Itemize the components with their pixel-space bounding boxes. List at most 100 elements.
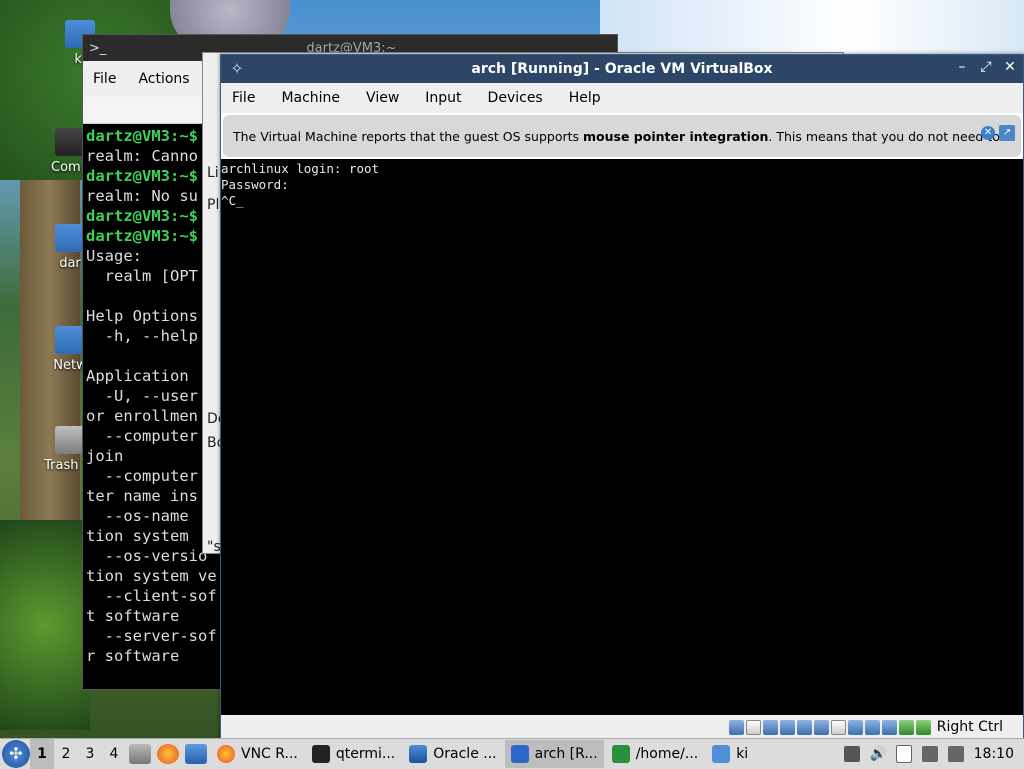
notice-text: The Virtual Machine reports that the gue…	[223, 129, 1000, 144]
menu-file[interactable]: File	[93, 71, 116, 87]
folder-icon	[712, 745, 731, 763]
window-controls: – ⤢ ✕	[955, 59, 1017, 75]
recording-icon[interactable]	[864, 719, 880, 735]
terminal-text: join	[86, 447, 124, 465]
text-fragment: "s	[207, 539, 221, 555]
clipboard-icon[interactable]	[895, 745, 912, 763]
clock: 18:10	[973, 746, 1014, 762]
console-line: archlinux login: root	[221, 161, 380, 176]
terminal-text: tion system ve	[86, 567, 217, 585]
terminal-text: -h, --help	[86, 327, 198, 345]
task-label: arch [R...	[534, 746, 598, 762]
menu-devices[interactable]: Devices	[488, 90, 543, 106]
task-vnc[interactable]: VNC R...	[211, 740, 304, 768]
task-oracle[interactable]: Oracle ...	[403, 740, 502, 768]
terminal-text: Usage:	[86, 247, 142, 265]
network-tray-icon[interactable]	[921, 746, 938, 762]
shared-folders-icon[interactable]	[813, 719, 829, 735]
video-capture-icon[interactable]	[847, 719, 863, 735]
task-label: ki	[736, 746, 749, 762]
menu-input[interactable]: Input	[425, 90, 461, 106]
vm-console[interactable]: archlinux login: root Password: ^C_	[221, 159, 1023, 715]
notice-close-icon[interactable]: ✕	[981, 126, 995, 140]
text-fragment: Pl	[207, 197, 220, 213]
terminal-text: realm [OPT	[86, 267, 198, 285]
network-icon	[55, 326, 85, 354]
maximize-icon[interactable]: ⤢	[979, 59, 993, 75]
terminal-icon	[311, 745, 330, 763]
task-home[interactable]: /home/...	[606, 740, 704, 768]
text-fragment: Li	[207, 165, 219, 181]
virtualbox-titlebar[interactable]: ✧ arch [Running] - Oracle VM VirtualBox …	[221, 55, 1023, 83]
terminal-text: realm: Canno	[86, 147, 198, 165]
virtualbox-statusbar: Right Ctrl	[221, 715, 1023, 739]
terminal-prompt: dartz@VM3:~$	[86, 167, 198, 185]
usb-icon[interactable]	[796, 719, 812, 735]
close-icon[interactable]: ✕	[1003, 59, 1017, 75]
workspace-2[interactable]: 2	[54, 746, 78, 762]
volume-icon[interactable]: 🔊	[870, 746, 887, 762]
notice-text-pre: The Virtual Machine reports that the gue…	[233, 128, 584, 144]
menu-machine[interactable]: Machine	[281, 90, 340, 106]
taskbar: ✣ 1 2 3 4 VNC R... qtermi... Oracle ... …	[0, 738, 1024, 769]
terminal-text: Help Options	[86, 307, 198, 325]
terminal-icon: >_	[89, 40, 107, 56]
task-qterminal[interactable]: qtermi...	[306, 740, 401, 768]
firefox-icon[interactable]	[157, 744, 179, 764]
menu-actions[interactable]: Actions	[138, 71, 189, 87]
terminal-text: --client-sof	[86, 587, 217, 605]
terminal-text: tion system	[86, 527, 189, 545]
folder-icon	[611, 745, 630, 763]
arch-icon	[510, 745, 529, 763]
terminal-text: --os-name	[86, 507, 189, 525]
keyboard-capture-icon[interactable]	[915, 719, 931, 735]
mouse-integration-status-icon[interactable]	[898, 719, 914, 735]
terminal-text: --server-sof	[86, 627, 217, 645]
bluetooth-icon[interactable]	[947, 746, 964, 762]
task-label: qtermi...	[335, 746, 396, 762]
terminal-text: --computer	[86, 467, 198, 485]
computer-icon	[55, 128, 85, 156]
trash-icon	[55, 426, 85, 454]
task-arch[interactable]: arch [R...	[504, 740, 604, 768]
audio-icon[interactable]	[762, 719, 778, 735]
console-line: Password:	[221, 177, 289, 192]
system-tray: 🔊 18:10	[843, 745, 1024, 763]
wallpaper-foliage-bottom	[0, 520, 90, 730]
console-line: ^C_	[221, 193, 244, 208]
minimize-icon[interactable]: –	[955, 59, 969, 75]
virtualbox-window[interactable]: ✧ arch [Running] - Oracle VM VirtualBox …	[220, 54, 1024, 740]
terminal-text: -U, --user	[86, 387, 198, 405]
menu-help[interactable]: Help	[569, 90, 601, 106]
task-ki[interactable]: ki	[706, 740, 754, 768]
start-menu-button[interactable]: ✣	[2, 740, 30, 768]
menu-file[interactable]: File	[232, 90, 255, 106]
host-key-label: Right Ctrl	[936, 719, 1003, 735]
terminal-text: or enrollmen	[86, 407, 198, 425]
window-title: arch [Running] - Oracle VM VirtualBox	[471, 61, 773, 77]
workspace-4[interactable]: 4	[102, 746, 126, 762]
terminal-text: --os-versio	[86, 547, 208, 565]
task-label: Oracle ...	[433, 746, 497, 762]
terminal-prompt: dartz@VM3:~$	[86, 127, 198, 145]
network-icon[interactable]	[779, 719, 795, 735]
mouse-integration-notice: The Virtual Machine reports that the gue…	[223, 115, 1021, 157]
wallpaper-sky	[600, 0, 1024, 60]
terminal-text: realm: No su	[86, 187, 198, 205]
display-icon[interactable]	[830, 719, 846, 735]
terminal-text: Application	[86, 367, 189, 385]
virtualization-icon[interactable]	[881, 719, 897, 735]
notice-text-post: . This means that you do not need to	[768, 128, 1000, 144]
menu-view[interactable]: View	[366, 90, 399, 106]
tray-up-arrow-icon[interactable]	[843, 746, 860, 762]
notice-text-bold: mouse pointer integration	[583, 128, 769, 144]
workspace-3[interactable]: 3	[78, 746, 102, 762]
home-folder-icon	[55, 224, 85, 252]
workspace-1[interactable]: 1	[30, 739, 54, 769]
file-manager-icon[interactable]	[129, 744, 151, 764]
optical-drive-icon[interactable]	[745, 719, 761, 735]
terminal-text: --computer	[86, 427, 198, 445]
mouse-integration-icon[interactable]: ↗	[999, 125, 1015, 141]
show-desktop-icon[interactable]	[185, 744, 207, 764]
hard-disk-icon[interactable]	[728, 719, 744, 735]
